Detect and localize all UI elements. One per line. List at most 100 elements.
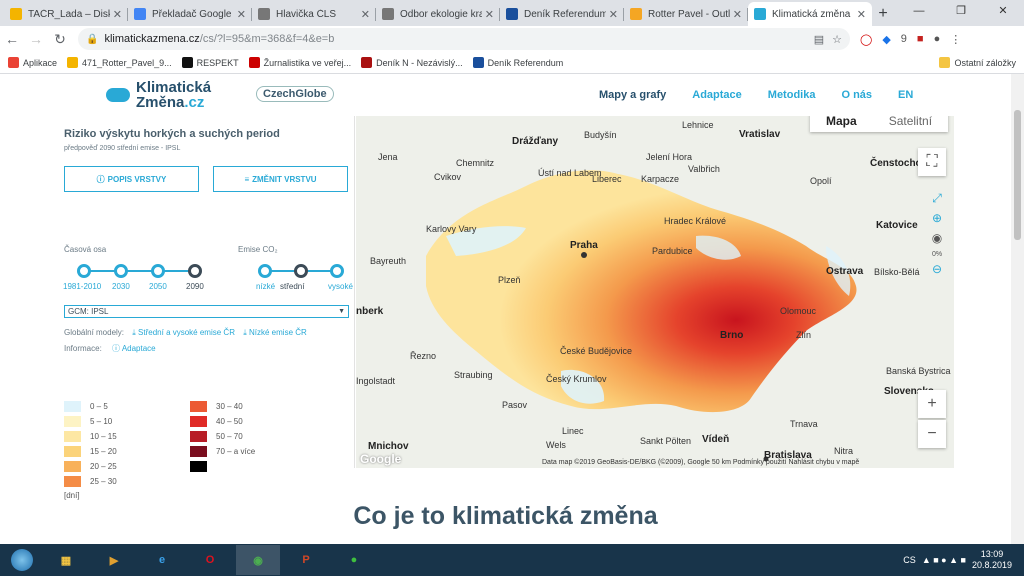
emission-label[interactable]: vysoké xyxy=(328,282,353,291)
nav-link[interactable]: Adaptace xyxy=(692,89,742,101)
reload-button[interactable]: ↻ xyxy=(48,31,72,48)
legend-item: 25 – 30 xyxy=(64,476,117,487)
nav-link[interactable]: Metodika xyxy=(768,89,816,101)
bookmark-item[interactable]: Žurnalistika ve veřej... xyxy=(248,57,351,68)
map-type-satellite[interactable]: Satelitní xyxy=(873,116,948,132)
site-logo[interactable]: Klimatická Změna.cz xyxy=(106,80,211,110)
map-place-label: Jelení Hora xyxy=(646,152,693,162)
page-scrollbar[interactable] xyxy=(1011,74,1024,544)
scrollbar-thumb[interactable] xyxy=(1014,110,1021,240)
tab-close-icon[interactable]: ✕ xyxy=(485,8,494,21)
minimize-button[interactable]: — xyxy=(898,0,940,22)
emission-dot[interactable] xyxy=(258,264,272,278)
browser-tab[interactable]: TAČR_Lada – Disk G✕ xyxy=(4,2,128,26)
emission-label[interactable]: střední xyxy=(280,282,304,291)
media-player-taskbar-icon[interactable]: ▶ xyxy=(92,545,136,575)
tab-close-icon[interactable]: ✕ xyxy=(609,8,618,21)
close-window-button[interactable]: ✕ xyxy=(982,0,1024,22)
menu-dots-icon[interactable]: ⋮ xyxy=(950,33,961,46)
map-type-map[interactable]: Mapa xyxy=(810,116,873,132)
chrome-taskbar-icon[interactable]: ◉ xyxy=(236,545,280,575)
language-indicator[interactable]: CS xyxy=(903,555,916,565)
browser-tab[interactable]: Rotter Pavel - Outlo ✕ xyxy=(624,2,748,26)
browser-tab[interactable]: Klimatická změna ✕ xyxy=(748,2,872,26)
bookmarks-other-folder[interactable]: Ostatní záložky xyxy=(939,57,1016,68)
profile-avatar-icon[interactable]: ● xyxy=(934,33,941,46)
shield-extension-icon[interactable]: ◆ xyxy=(882,33,890,46)
zoom-in-button[interactable]: + xyxy=(918,390,946,418)
time-dot[interactable] xyxy=(114,264,128,278)
nav-link[interactable]: EN xyxy=(898,89,913,101)
browser-tab[interactable]: Hlavička ČLS ✕ xyxy=(252,2,376,26)
new-tab-button[interactable]: + xyxy=(872,2,894,26)
tab-close-icon[interactable]: ✕ xyxy=(733,8,742,21)
emission-dot[interactable] xyxy=(294,264,308,278)
time-dot[interactable] xyxy=(151,264,165,278)
time-label[interactable]: 2030 xyxy=(112,282,130,291)
time-label[interactable]: 2050 xyxy=(149,282,167,291)
address-bar[interactable]: 🔒 klimatickazmena.cz /cs/?l=95&m=368&f=4… xyxy=(78,28,850,50)
extensions-area: ◯ ◆ 9 ■ ● ⋮ xyxy=(860,33,961,46)
time-dot[interactable] xyxy=(188,264,202,278)
describe-layer-button[interactable]: ⓘ POPIS VRSTVY xyxy=(64,166,199,192)
bookmark-item[interactable]: 471_Rotter_Pavel_9... xyxy=(67,57,172,68)
gcm-select[interactable]: GCM: IPSL ▼ xyxy=(64,305,349,318)
grammar-extension-icon[interactable]: 9 xyxy=(901,33,907,46)
legend-swatch xyxy=(64,401,81,412)
back-button[interactable]: ← xyxy=(0,31,24,47)
translate-icon[interactable]: ▤ xyxy=(814,33,824,46)
zoom-out-button[interactable]: − xyxy=(918,420,946,448)
bookmark-item[interactable]: Deník Referendum xyxy=(472,57,564,68)
time-label[interactable]: 2090 xyxy=(186,282,204,291)
bookmark-item[interactable]: RESPEKT xyxy=(181,57,239,68)
tab-close-icon[interactable]: ✕ xyxy=(361,8,370,21)
fullscreen-icon[interactable]: ⛶ xyxy=(918,148,946,176)
info-adaptace-link[interactable]: ⓘ Adaptace xyxy=(112,344,156,353)
map-view[interactable]: Lehnice Vratislav Drážďany Budyšín Jena Chemn… xyxy=(356,116,954,468)
start-button[interactable] xyxy=(4,545,40,575)
nav-link[interactable]: Mapy a grafy xyxy=(599,89,666,101)
tab-label: Překladač Google xyxy=(152,8,232,20)
czechglobe-logo[interactable]: CzechGlobe xyxy=(256,86,334,102)
powerpoint-taskbar-icon[interactable]: P xyxy=(284,545,328,575)
nav-link[interactable]: O nás xyxy=(841,89,872,101)
remove-circle-icon[interactable]: ⊖ xyxy=(932,262,942,278)
legend-item: 30 – 40 xyxy=(190,401,243,412)
maximize-button[interactable]: ❐ xyxy=(940,0,982,22)
explorer-taskbar-icon[interactable]: ▦ xyxy=(44,545,88,575)
opera-extension-icon[interactable]: ◯ xyxy=(860,33,872,46)
models-link-mid-high[interactable]: ⤓ Střední a vysoké emise ČR xyxy=(132,328,235,337)
add-circle-icon[interactable]: ⊕ xyxy=(932,211,942,227)
internet-explorer-taskbar-icon[interactable]: e xyxy=(140,545,184,575)
legend-item: 50 – 70 xyxy=(190,431,243,442)
browser-tab[interactable]: Deník Referendum ✕ xyxy=(500,2,624,26)
tab-close-icon[interactable]: ✕ xyxy=(237,8,246,21)
tray-icons[interactable]: ▲ ■ ● ▲ ■ xyxy=(922,555,966,565)
tab-close-icon[interactable]: ✕ xyxy=(857,8,866,21)
time-dot[interactable] xyxy=(77,264,91,278)
chevron-down-icon: ▼ xyxy=(338,308,345,315)
browser-tab[interactable]: Odbor ekologie kra ✕ xyxy=(376,2,500,26)
bookmark-label: Deník Referendum xyxy=(487,57,564,68)
change-layer-button[interactable]: ≡ ZMĚNIT VRSTVU xyxy=(213,166,348,192)
models-link-low[interactable]: ⤓ Nízké emise ČR xyxy=(243,328,307,337)
legend-swatch xyxy=(64,446,81,457)
emission-label[interactable]: nízké xyxy=(256,282,275,291)
tab-label: Rotter Pavel - Outlo xyxy=(648,8,730,20)
mail-extension-icon[interactable]: ■ xyxy=(917,33,924,46)
expand-icon[interactable]: ⤢ xyxy=(932,191,942,207)
tab-close-icon[interactable]: ✕ xyxy=(113,8,122,21)
map-place-label: nberk xyxy=(356,306,384,317)
opera-taskbar-icon[interactable]: O xyxy=(188,545,232,575)
bookmark-item[interactable]: Deník N - Nezávislý... xyxy=(361,57,463,68)
time-label[interactable]: 1981-2010 xyxy=(63,282,101,291)
emission-dot[interactable] xyxy=(330,264,344,278)
praha-marker[interactable] xyxy=(581,252,587,258)
browser-tab[interactable]: Překladač Google ✕ xyxy=(128,2,252,26)
bookmark-item[interactable]: Aplikace xyxy=(8,57,57,68)
eye-icon[interactable]: ◉ xyxy=(932,231,942,247)
clock[interactable]: 13:09 20.8.2019 xyxy=(972,549,1012,571)
green-app-taskbar-icon[interactable]: ● xyxy=(332,545,376,575)
forward-button[interactable]: → xyxy=(24,31,48,47)
bookmark-star-icon[interactable]: ☆ xyxy=(832,33,842,46)
